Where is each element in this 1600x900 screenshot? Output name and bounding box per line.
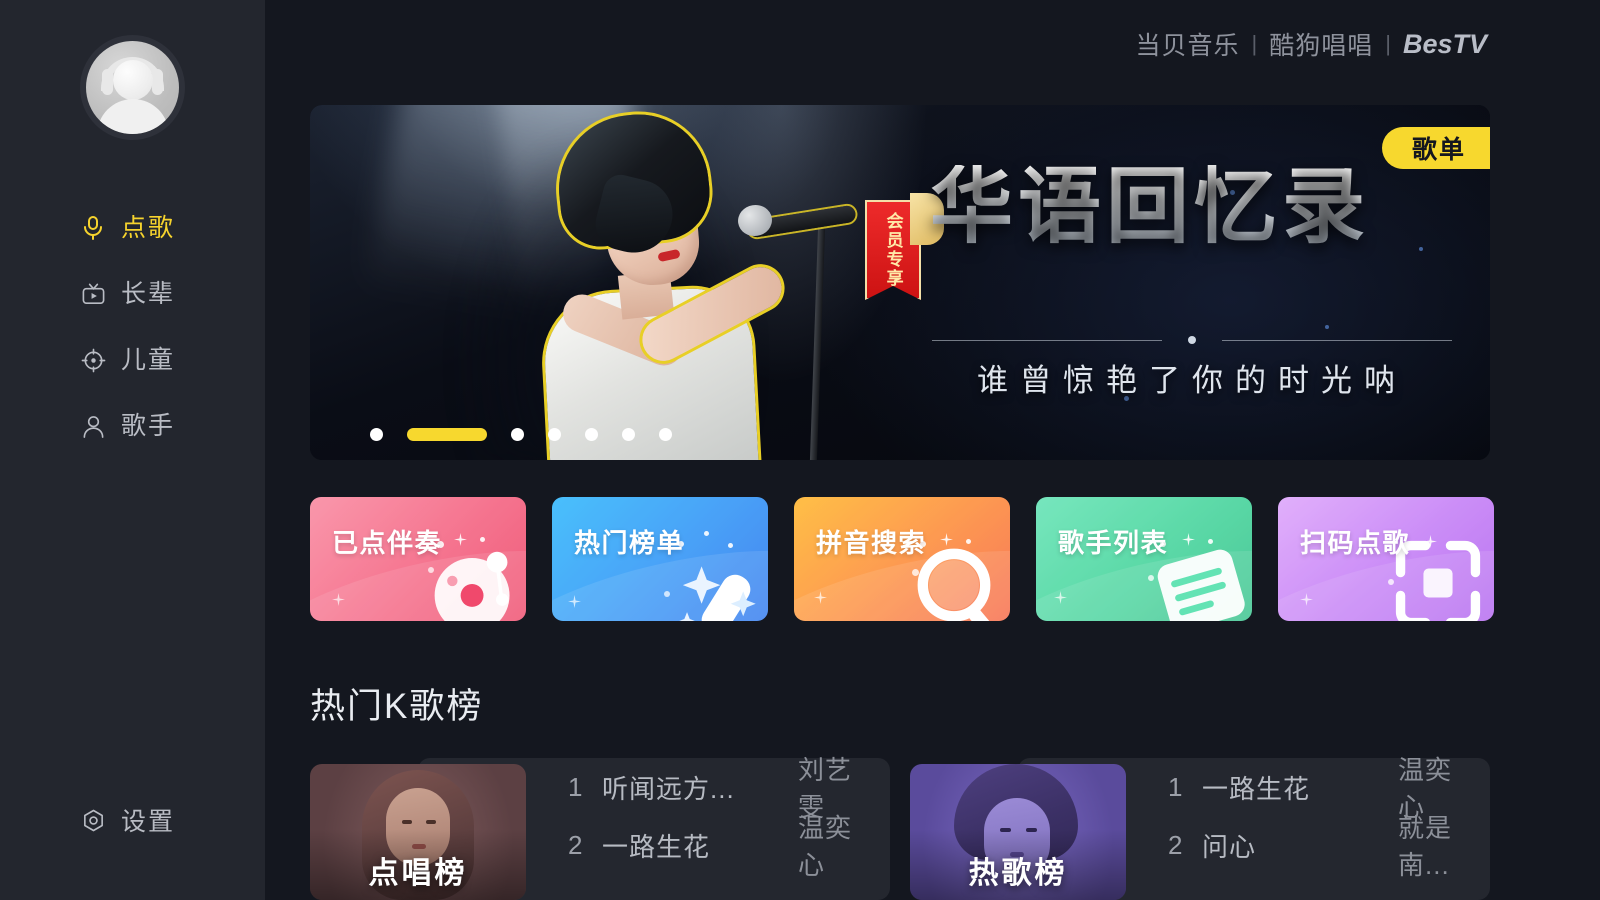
person-icon: [80, 413, 106, 439]
brand-separator: |: [1251, 31, 1258, 56]
banner-title: 华语回忆录: [930, 165, 1470, 248]
chart-song-row[interactable]: 2 一路生花 温奕心: [568, 813, 870, 880]
chart-cover-label: 热歌榜: [968, 857, 1068, 890]
category-card-remen-bangdan[interactable]: 热门榜单: [552, 497, 768, 621]
sidebar-item-ge-shou[interactable]: 歌手: [0, 393, 265, 459]
song-artist: 温奕心: [798, 813, 853, 880]
carousel-dots[interactable]: [370, 428, 672, 441]
song-title: 一路生花: [602, 831, 711, 862]
microphone-icon: [80, 215, 106, 241]
brand-dangbei: 当贝音乐: [1135, 32, 1240, 60]
song-rank: 2: [1168, 829, 1183, 860]
sidebar-item-zhang-bei[interactable]: 长辈: [0, 261, 265, 327]
song-title: 一路生花: [1202, 773, 1311, 804]
brand-bestv: BesTV: [1402, 28, 1487, 59]
song-artist: 就是南...: [1398, 813, 1453, 880]
gear-hex-icon: [80, 807, 106, 833]
sidebar-item-label: 儿童: [121, 345, 176, 374]
category-card-row: 已点伴奏 热门榜单 拼音搜索 歌手列表 扫码点歌: [310, 497, 1496, 621]
carousel-dot[interactable]: [548, 428, 561, 441]
avatar-body: [96, 98, 169, 134]
brand-kugou: 酷狗唱唱: [1269, 32, 1374, 60]
sparkle-dot: [1324, 325, 1329, 330]
chart-cover-image: 热歌榜: [910, 764, 1126, 900]
banner-corner-badge-label: 歌单: [1411, 136, 1466, 164]
chart-card-regebang[interactable]: 热歌榜 1 一路生花 温奕心 2 问心 就是南...: [910, 755, 1490, 900]
avatar-image: [86, 41, 179, 134]
song-title: 听闻远方...: [602, 773, 735, 804]
section-title: 热门K歌榜: [310, 687, 484, 726]
carousel-dot[interactable]: [622, 428, 635, 441]
song-rank: 1: [1168, 771, 1183, 802]
banner-divider: [932, 333, 1452, 349]
headphone-ear-right-icon: [152, 68, 163, 95]
headphone-ear-left-icon: [102, 68, 113, 95]
carousel-dot[interactable]: [370, 428, 383, 441]
category-card-label: 已点伴奏: [332, 528, 443, 558]
sidebar-item-settings[interactable]: 设置: [0, 802, 265, 838]
vip-ribbon-label: 会员专享: [883, 212, 903, 288]
category-card-label: 拼音搜索: [816, 528, 927, 558]
header-brand-bar: 当贝音乐 | 酷狗唱唱 | BesTV: [265, 0, 1600, 88]
category-card-pinyin-sousuo[interactable]: 拼音搜索: [794, 497, 1010, 621]
sidebar: 点歌 长辈 儿童 歌手 设置: [0, 0, 265, 900]
song-rank: 2: [568, 829, 583, 860]
category-card-label: 热门榜单: [574, 528, 685, 558]
chart-cover-image: 点唱榜: [310, 764, 526, 900]
avatar[interactable]: [80, 35, 185, 140]
settings-label: 设置: [121, 808, 176, 836]
sidebar-item-dian-ge[interactable]: 点歌: [0, 195, 265, 261]
carousel-dot-active[interactable]: [407, 428, 487, 441]
song-rank: 1: [568, 771, 583, 802]
sidebar-item-er-tong[interactable]: 儿童: [0, 327, 265, 393]
song-title: 问心: [1202, 831, 1257, 862]
brand-separator: |: [1385, 31, 1391, 56]
banner-title-block: 华语回忆录: [930, 165, 1470, 248]
category-card-label: 扫码点歌: [1300, 528, 1411, 558]
chart-song-list: 1 听闻远方... 刘艺雯 2 一路生花 温奕心: [568, 755, 870, 880]
chart-card-dianchangbang[interactable]: 点唱榜 1 听闻远方... 刘艺雯 2 一路生花 温奕心: [310, 755, 890, 900]
sidebar-item-label: 长辈: [121, 279, 176, 308]
category-card-yidian-banzou[interactable]: 已点伴奏: [310, 497, 526, 621]
category-card-label: 歌手列表: [1058, 528, 1169, 558]
carousel-dot[interactable]: [585, 428, 598, 441]
tv-play-icon: [80, 281, 106, 307]
banner-subtitle: 谁曾惊艳了你的时光呐: [977, 363, 1407, 398]
banner-singer-photo: [430, 105, 857, 460]
chart-song-row[interactable]: 2 问心 就是南...: [1168, 813, 1470, 880]
banner-corner-badge[interactable]: 歌单: [1381, 127, 1490, 169]
hero-banner[interactable]: 会员专享 华语回忆录 谁曾惊艳了你的时光呐 歌单: [310, 105, 1490, 460]
target-icon: [80, 347, 106, 373]
chart-cover-label: 点唱榜: [368, 857, 468, 890]
chart-song-list: 1 一路生花 温奕心 2 问心 就是南...: [1168, 755, 1470, 880]
sidebar-item-label: 点歌: [121, 213, 176, 242]
app-root: 点歌 长辈 儿童 歌手 设置 当贝音乐 | 酷狗唱唱 | BesTV 会员专享 …: [0, 0, 1600, 900]
category-card-geshou-liebiao[interactable]: 歌手列表: [1036, 497, 1252, 621]
sidebar-nav: 点歌 长辈 儿童 歌手: [0, 195, 265, 459]
carousel-dot[interactable]: [659, 428, 672, 441]
avatar-head: [112, 59, 153, 100]
category-card-saoma-diange[interactable]: 扫码点歌: [1278, 497, 1494, 621]
carousel-dot[interactable]: [511, 428, 524, 441]
sidebar-item-label: 歌手: [121, 411, 176, 440]
